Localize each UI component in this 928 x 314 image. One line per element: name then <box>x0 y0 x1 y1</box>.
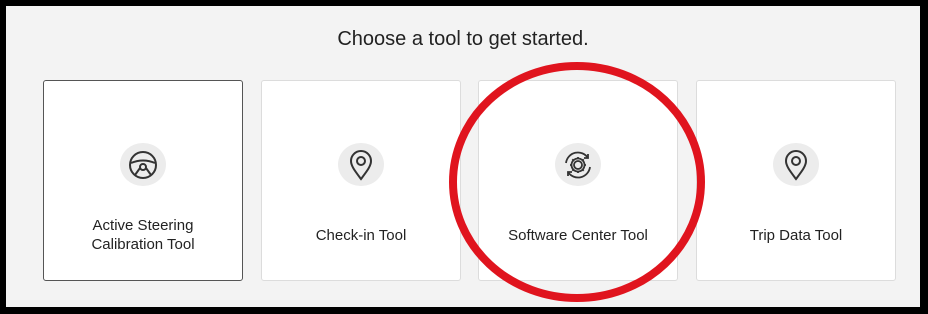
steering-wheel-icon <box>120 143 166 187</box>
tool-label: Software Center Tool <box>508 227 648 245</box>
tool-chooser-panel: Choose a tool to get started. Active Ste… <box>6 6 920 307</box>
tool-label: Trip Data Tool <box>749 227 843 245</box>
map-pin-icon <box>773 143 819 187</box>
page-heading: Choose a tool to get started. <box>337 28 589 50</box>
gear-sync-icon <box>555 143 601 187</box>
tool-card-software-center[interactable]: Software Center Tool <box>478 80 678 281</box>
map-pin-icon <box>338 143 384 187</box>
tool-card-trip-data[interactable]: Trip Data Tool <box>696 80 896 281</box>
tool-card-active-steering-calibration[interactable]: Active Steering Calibration Tool <box>43 80 243 281</box>
tool-card-check-in[interactable]: Check-in Tool <box>261 80 461 281</box>
tool-label: Check-in Tool <box>315 227 407 245</box>
tool-label: Active Steering Calibration Tool <box>91 217 195 254</box>
